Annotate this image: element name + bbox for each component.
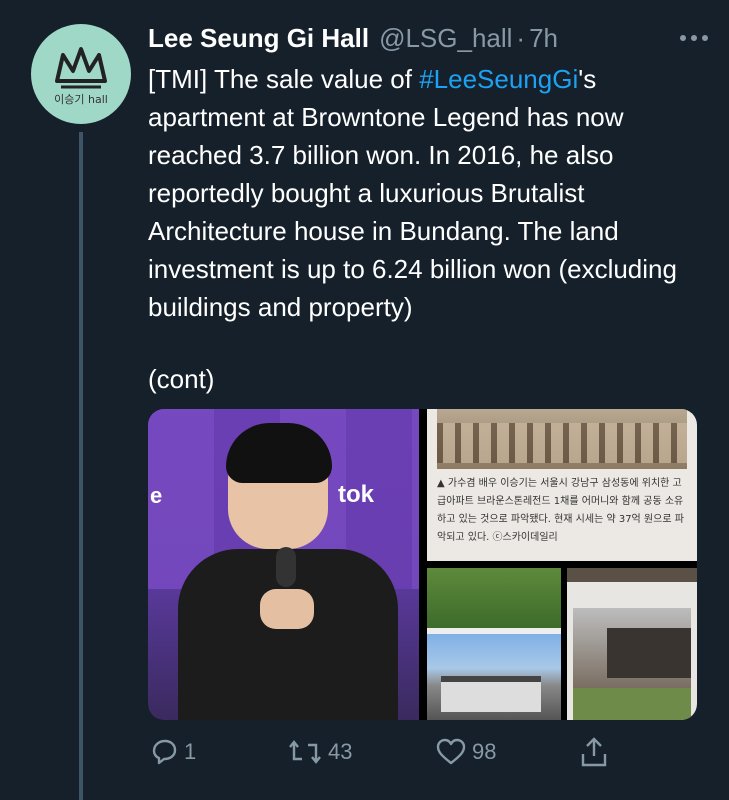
share-button[interactable] [580,734,608,770]
more-options-icon[interactable] [679,22,709,54]
retweet-count: 43 [328,739,353,764]
crown-icon [55,47,107,89]
share-icon [581,737,607,767]
tweet-header: Lee Seung Gi Hall @LSG_hall · 7h [148,22,709,54]
heart-icon [436,738,466,765]
tweet-actions: 1 43 98 [148,734,618,770]
timestamp[interactable]: 7h [529,23,558,54]
media-photo-portrait[interactable]: e tok [148,409,419,720]
tweet-text-before: [TMI] The sale value of [148,64,420,94]
media-architecture-page[interactable] [567,568,697,720]
tweet-text-after: 's apartment at Browntone Legend has now… [148,64,677,322]
media-grid: e tok ▲ 가수겸 배우 이승기는 서울시 강남구 삼성동에 위치한 고급아… [148,409,697,720]
media-news-article[interactable]: ▲ 가수겸 배우 이승기는 서울시 강남구 삼성동에 위치한 고급아파트 브라운… [427,409,697,561]
reply-icon [152,739,177,765]
reply-count: 1 [184,739,197,764]
photo-logo-right: tok [338,481,374,508]
reply-button[interactable]: 1 [148,734,196,770]
separator-dot: · [516,22,526,53]
display-name[interactable]: Lee Seung Gi Hall [148,23,369,54]
retweet-icon [289,740,321,764]
avatar-caption: 이승기 hall [54,93,108,106]
thread-line [79,132,83,800]
handle[interactable]: @LSG_hall [379,23,512,54]
like-count: 98 [472,739,497,764]
retweet-button[interactable]: 43 [288,734,352,770]
tweet-continuation: (cont) [148,364,215,394]
hashtag-link[interactable]: #LeeSeungGi [419,64,578,94]
tweet-text: [TMI] The sale value of #LeeSeungGi's ap… [148,60,708,326]
like-button[interactable]: 98 [436,734,496,770]
avatar[interactable]: 이승기 hall [31,24,131,124]
media-house-photos[interactable] [427,568,561,720]
news-caption: ▲ 가수겸 배우 이승기는 서울시 강남구 삼성동에 위치한 고급아파트 브라운… [437,478,684,543]
photo-logo-left: e [150,483,163,508]
